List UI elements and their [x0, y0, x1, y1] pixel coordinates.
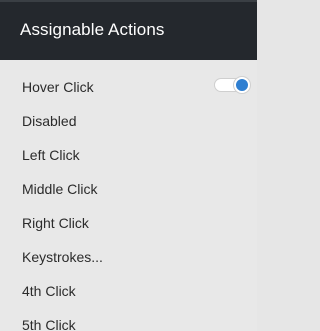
toggle-knob [234, 77, 250, 93]
menu-item-label: Left Click [22, 147, 80, 163]
assignable-actions-panel: Assignable Actions Hover Click Disabled … [0, 0, 257, 331]
menu-item-label: 4th Click [22, 283, 76, 299]
menu-item-label: Disabled [22, 113, 77, 129]
hover-click-toggle[interactable] [214, 77, 250, 93]
menu-item-label: Middle Click [22, 181, 98, 197]
menu-item-keystrokes[interactable]: Keystrokes... [0, 240, 257, 274]
panel-title: Assignable Actions [20, 20, 165, 39]
menu-item-disabled[interactable]: Disabled [0, 104, 257, 138]
menu-item-label: 5th Click [22, 317, 76, 331]
menu-item-4th-click[interactable]: 4th Click [0, 274, 257, 308]
menu-item-5th-click[interactable]: 5th Click [0, 308, 257, 331]
menu-item-label: Right Click [22, 215, 89, 231]
menu-item-left-click[interactable]: Left Click [0, 138, 257, 172]
menu-item-right-click[interactable]: Right Click [0, 206, 257, 240]
panel-header: Assignable Actions [0, 0, 257, 60]
menu-item-hover-click[interactable]: Hover Click [0, 70, 257, 104]
menu-item-label: Hover Click [22, 79, 94, 95]
actions-menu: Hover Click Disabled Left Click Middle C… [0, 60, 257, 331]
menu-item-label: Keystrokes... [22, 249, 103, 265]
menu-item-middle-click[interactable]: Middle Click [0, 172, 257, 206]
